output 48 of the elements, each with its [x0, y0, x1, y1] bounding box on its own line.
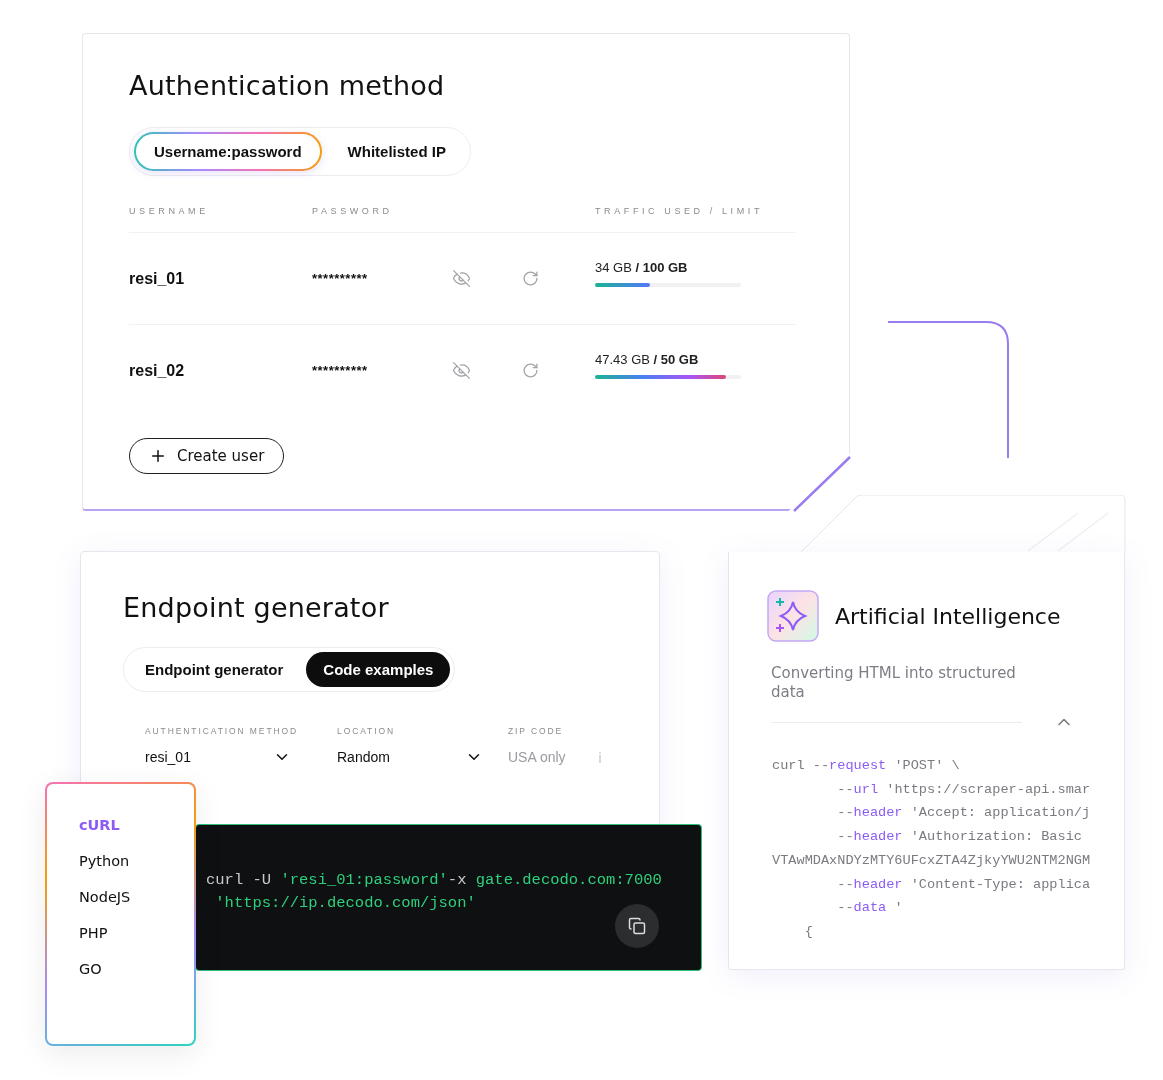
language-item[interactable]: NodeJS: [79, 889, 131, 905]
sparkle-icon: [767, 590, 819, 642]
traffic-text: 34 GB / 100 GB: [595, 260, 689, 275]
password-cell: **********: [312, 363, 368, 378]
code-line: --header 'Authorization: Basic: [836, 828, 1083, 847]
language-item[interactable]: cURL: [79, 817, 120, 833]
card-title: Endpoint generator: [123, 592, 390, 623]
refresh-icon[interactable]: [522, 362, 539, 379]
corner-edge: [792, 455, 852, 513]
refresh-icon[interactable]: [522, 270, 539, 287]
code-line: --url 'https://scraper-api.smar: [836, 780, 1092, 799]
code-line: 'https://ip.decodo.com/json': [214, 893, 477, 914]
select-field[interactable]: Random: [337, 748, 483, 766]
code-line: VTAwMDAxNDYzMTY6UFcxZTA4ZjkyYWU2NTM2NGM: [772, 851, 1092, 870]
card-title: Artificial Intelligence: [835, 603, 1061, 629]
field-label: AUTHENTICATION METHOD: [145, 726, 300, 736]
language-item[interactable]: Python: [79, 853, 130, 869]
field-label: ZIP CODE: [508, 726, 565, 736]
select-field[interactable]: resi_01: [145, 748, 291, 766]
column-header: USERNAME: [129, 206, 210, 218]
copy-button[interactable]: [615, 904, 659, 948]
info-icon: [598, 751, 602, 763]
card-title: Authentication method: [129, 70, 446, 101]
username-cell: resi_02: [129, 361, 185, 380]
copy-icon: [628, 917, 646, 935]
code-line: curl --request 'POST' \: [772, 757, 961, 775]
hide-password-icon[interactable]: [452, 361, 471, 380]
plus-icon: [149, 447, 167, 465]
endpoint-tab[interactable]: Code examples: [306, 652, 451, 687]
language-item[interactable]: PHP: [79, 925, 108, 941]
field-label: LOCATION: [337, 726, 397, 736]
card-subtitle: Converting HTML into structured data: [771, 664, 1017, 702]
auth-tab[interactable]: Username:password: [134, 132, 322, 171]
password-cell: **********: [312, 271, 368, 286]
code-line: --header 'Accept: application/j: [836, 804, 1092, 823]
column-header: TRAFFIC USED / LIMIT: [595, 206, 764, 218]
language-item[interactable]: GO: [79, 961, 102, 977]
hide-password-icon[interactable]: [452, 269, 471, 288]
code-line: --header 'Content-Type: applica: [836, 875, 1092, 894]
column-header: PASSWORD: [312, 206, 394, 218]
zip-code-field[interactable]: USA only: [508, 749, 582, 765]
code-line: --data ': [836, 899, 904, 918]
traffic-text: 47.43 GB / 50 GB: [595, 352, 700, 367]
code-line: {: [803, 922, 814, 941]
username-cell: resi_01: [129, 269, 185, 288]
create-user-button[interactable]: Create user: [129, 438, 285, 474]
auth-tab[interactable]: Whitelisted IP: [327, 132, 466, 171]
code-line: curl -U 'resi_01:password'-x gate.decodo.com:7000: [206, 870, 663, 891]
